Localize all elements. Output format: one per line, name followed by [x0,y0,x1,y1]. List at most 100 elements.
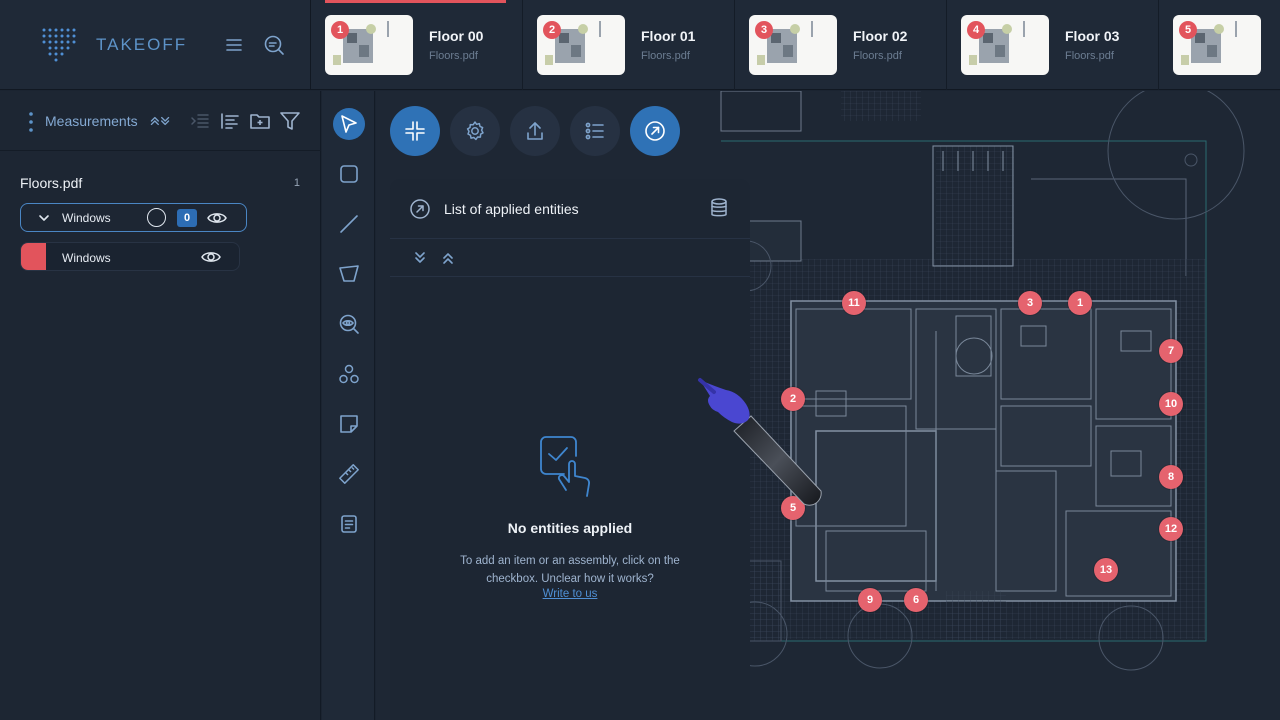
expand-collapse-button[interactable] [148,109,172,133]
measurement-marker[interactable]: 9 [858,588,882,612]
measurement-marker[interactable]: 1 [1068,291,1092,315]
tab-floor-01[interactable]: 2 Floor 01 Floors.pdf [523,0,735,90]
checkbox-hand-icon [540,436,590,497]
tab-badge: 2 [543,21,561,39]
floor-thumbnail: 3 [749,15,837,75]
tab-file: Floors.pdf [853,50,902,62]
file-name: Floors.pdf [20,175,83,191]
line-tool[interactable] [333,208,365,240]
file-row[interactable]: Floors.pdf 1 [20,175,300,195]
tab-floor-04[interactable]: 5 [1159,0,1280,90]
measurement-item-row[interactable]: Windows [20,242,240,271]
group-label: Windows [62,211,111,225]
floor-tabs: 1 Floor 00 Floors.pdf 2 Floor 01 Floors.… [311,0,1280,90]
circles-icon [339,364,359,384]
entities-subheader [390,239,750,277]
color-swatch[interactable] [21,243,46,270]
upload-icon [527,122,543,140]
ruler-tool[interactable] [333,458,365,490]
visual-search-tool[interactable] [333,308,365,340]
brand-name: TAKEOFF [96,35,188,54]
eye-icon[interactable] [201,248,221,266]
sticky-note-icon [340,415,358,433]
indent-button[interactable] [188,109,212,133]
tab-file: Floors.pdf [1065,50,1114,62]
empty-state-title: No entities applied [507,520,633,536]
tab-floor-00[interactable]: 1 Floor 00 Floors.pdf [311,0,523,90]
collapse-view-button[interactable] [390,106,440,156]
write-to-us-link[interactable]: Write to us [390,588,750,600]
tools-toolbar [322,91,375,720]
cursor-icon [341,115,357,133]
filter-button[interactable] [278,109,302,133]
measurement-group-row[interactable]: Windows 0 [20,203,247,232]
measurement-marker[interactable]: 10 [1159,392,1183,416]
floor-thumbnail: 2 [537,15,625,75]
chevron-down-icon[interactable] [37,211,51,225]
measurement-marker[interactable]: 12 [1159,517,1183,541]
drawing-canvas[interactable]: 11 3 1 7 2 10 8 5 12 13 9 6 List of appl… [376,91,1280,720]
tab-badge: 5 [1179,21,1197,39]
collapse-all-icon[interactable] [439,249,457,267]
measurement-marker[interactable]: 13 [1094,558,1118,582]
entities-title: List of applied entities [444,201,579,217]
tab-floor-02[interactable]: 3 Floor 02 Floors.pdf [735,0,947,90]
ruler-icon [339,464,359,484]
measurements-title: Measurements [45,113,138,129]
list-button[interactable] [570,106,620,156]
measurement-marker[interactable]: 11 [842,291,866,315]
collapse-icon [405,121,425,141]
search-button[interactable] [262,33,286,57]
select-circle-toggle[interactable] [147,208,166,227]
floor-thumbnail: 1 [325,15,413,75]
folder-plus-icon [250,114,270,129]
brand-logo[interactable]: TAKEOFF [40,26,190,64]
measurements-panel: Measurements Floors.pdf 1 Windows 0 Wind… [0,91,321,720]
note-tool[interactable] [333,408,365,440]
checklist-icon [585,122,604,140]
sort-button[interactable] [218,109,242,133]
tab-file: Floors.pdf [429,50,478,62]
count-tool[interactable] [333,358,365,390]
tab-badge: 1 [331,21,349,39]
select-tool[interactable] [333,108,365,140]
hamburger-icon [226,39,242,51]
polygon-tool[interactable] [333,258,365,290]
tab-badge: 4 [967,21,985,39]
align-left-icon [221,113,239,129]
tab-file: Floors.pdf [641,50,690,62]
applied-entities-button[interactable] [630,106,680,156]
floor-thumbnail: 4 [961,15,1049,75]
double-chevron-icon [150,116,170,126]
tab-title: Floor 03 [1065,28,1120,44]
measurement-marker[interactable]: 3 [1018,291,1042,315]
square-icon [340,165,358,183]
rectangle-tool[interactable] [333,158,365,190]
tab-title: Floor 02 [853,28,908,44]
indent-icon [191,114,209,128]
measurements-header: Measurements [0,91,321,151]
line-icon [340,215,358,233]
search-icon [264,35,284,55]
kebab-menu-icon[interactable] [26,111,36,133]
legend-tool[interactable] [333,508,365,540]
settings-button[interactable] [450,106,500,156]
app-window: TAKEOFF 1 Floor 00 Floors.pdf 2 Floor 01… [0,0,1280,720]
arrow-up-right-circle-icon [645,121,665,141]
filter-icon [280,112,300,130]
add-folder-button[interactable] [248,109,272,133]
database-icon[interactable] [708,197,730,219]
tab-title: Floor 01 [641,28,696,44]
gear-icon [466,121,484,141]
measurement-marker[interactable]: 7 [1159,339,1183,363]
menu-button[interactable] [222,33,246,57]
upload-button[interactable] [510,106,560,156]
expand-all-icon[interactable] [411,249,429,267]
eye-icon[interactable] [207,209,227,227]
measurement-marker[interactable]: 6 [904,588,928,612]
item-label: Windows [62,251,111,265]
measurement-marker[interactable]: 8 [1159,465,1183,489]
entities-header: List of applied entities [390,179,750,239]
tab-floor-03[interactable]: 4 Floor 03 Floors.pdf [947,0,1159,90]
tab-badge: 3 [755,21,773,39]
